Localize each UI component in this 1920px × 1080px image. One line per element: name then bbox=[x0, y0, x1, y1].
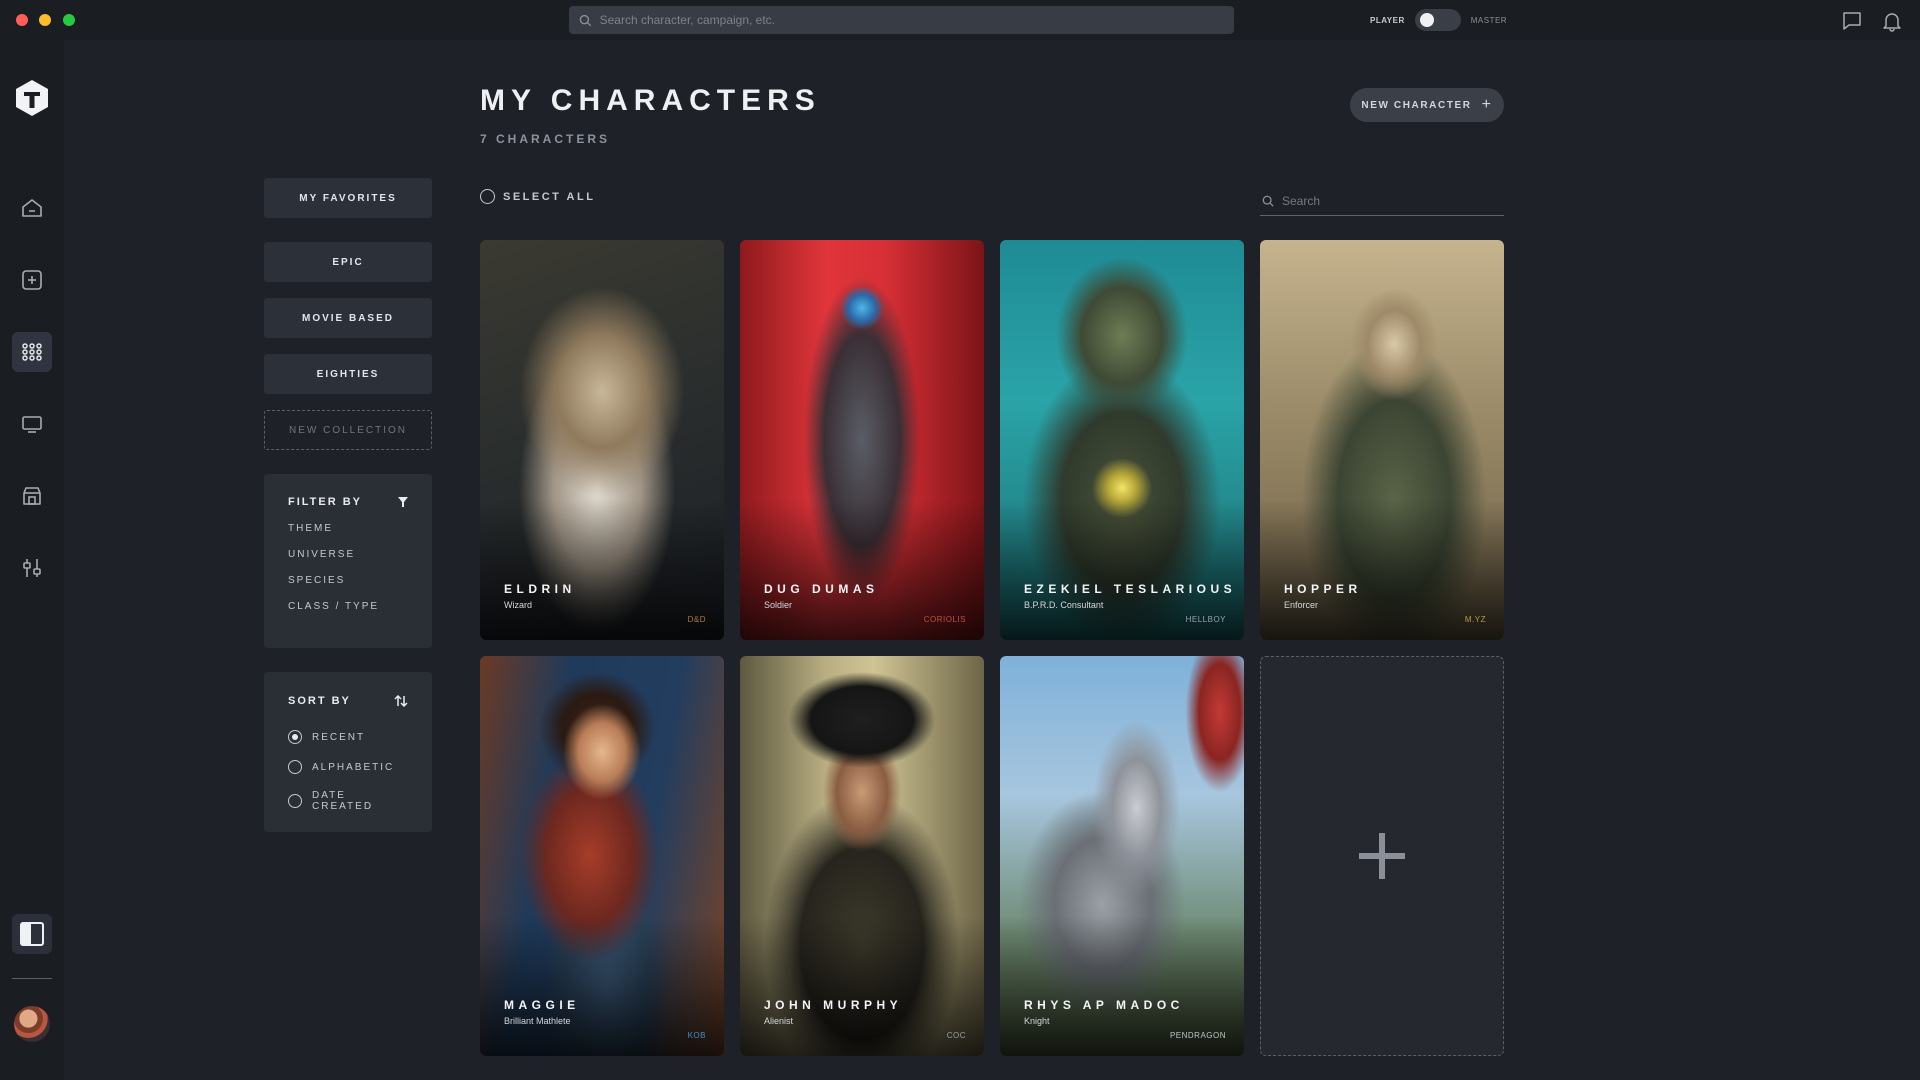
character-role: Knight bbox=[1024, 1016, 1050, 1026]
character-card-hopper[interactable]: HOPPER Enforcer M.YZ bbox=[1260, 240, 1504, 640]
character-search[interactable] bbox=[1260, 186, 1504, 216]
search-icon bbox=[1262, 195, 1274, 207]
store-nav-button[interactable] bbox=[12, 476, 52, 516]
character-role: Brilliant Mathlete bbox=[504, 1016, 571, 1026]
character-role: Enforcer bbox=[1284, 600, 1319, 610]
character-name: ELDRIN bbox=[504, 582, 576, 596]
sort-option-date-created[interactable]: DATE CREATED bbox=[288, 790, 408, 812]
character-card-eldrin[interactable]: ELDRIN Wizard D&D bbox=[480, 240, 724, 640]
character-card-john-murphy[interactable]: JOHN MURPHY Alienist COC bbox=[740, 656, 984, 1056]
sort-option-alphabetic[interactable]: ALPHABETIC bbox=[288, 760, 408, 774]
plus-icon bbox=[1359, 833, 1405, 879]
sort-option-label: ALPHABETIC bbox=[312, 761, 395, 773]
store-icon bbox=[23, 487, 41, 505]
character-role: B.P.R.D. Consultant bbox=[1024, 600, 1104, 610]
filter-universe[interactable]: UNIVERSE bbox=[288, 549, 408, 560]
master-mode-label: MASTER bbox=[1470, 15, 1508, 25]
character-card-dug-dumas[interactable]: DUG DUMAS Soldier CORIOLIS bbox=[740, 240, 984, 640]
rail-divider bbox=[12, 978, 52, 979]
character-card-ezekiel-teslarious[interactable]: EZEKIEL TESLARIOUS B.P.R.D. Consultant H… bbox=[1000, 240, 1244, 640]
new-character-button[interactable]: NEW CHARACTER + bbox=[1350, 88, 1504, 122]
characters-nav-button[interactable] bbox=[12, 332, 52, 372]
add-character-card[interactable] bbox=[1260, 656, 1504, 1056]
sidebar-layout-icon bbox=[20, 922, 44, 946]
collection-epic[interactable]: EPIC bbox=[264, 242, 432, 282]
character-name: EZEKIEL TESLARIOUS bbox=[1024, 582, 1237, 596]
character-name: RHYS AP MADOC bbox=[1024, 998, 1184, 1012]
create-nav-button[interactable] bbox=[12, 260, 52, 300]
character-search-input[interactable] bbox=[1282, 193, 1482, 208]
settings-nav-button[interactable] bbox=[12, 548, 52, 588]
player-mode-label: PLAYER bbox=[1370, 15, 1405, 25]
filter-panel: FILTER BY THEME UNIVERSE SPECIES CLASS /… bbox=[264, 474, 432, 648]
collection-movie-based[interactable]: MOVIE BASED bbox=[264, 298, 432, 338]
character-role: Alienist bbox=[764, 1016, 794, 1026]
character-name: MAGGIE bbox=[504, 998, 580, 1012]
game-system-label: PENDRAGON bbox=[1169, 1031, 1226, 1040]
select-all-label: SELECT ALL bbox=[503, 190, 596, 203]
game-system-label: CORIOLIS bbox=[923, 615, 966, 624]
radio-selected[interactable] bbox=[288, 730, 302, 744]
window-minimize-button[interactable] bbox=[39, 14, 51, 26]
player-master-switch[interactable] bbox=[1414, 9, 1461, 31]
toggle-panel-button[interactable] bbox=[12, 914, 52, 954]
plus-icon: + bbox=[1481, 96, 1493, 113]
character-count: 7 CHARACTERS bbox=[480, 132, 611, 146]
game-system-label: M.YZ bbox=[1464, 615, 1486, 624]
collection-eighties[interactable]: EIGHTIES bbox=[264, 354, 432, 394]
sort-option-label: DATE CREATED bbox=[312, 790, 374, 812]
sort-panel: SORT BY RECENT ALPHABETIC DATE CREATED bbox=[264, 672, 432, 832]
game-system-label: COC bbox=[946, 1031, 966, 1040]
new-collection-button[interactable]: NEW COLLECTION bbox=[264, 410, 432, 450]
bell-icon[interactable] bbox=[1881, 10, 1903, 32]
sort-arrows-icon[interactable] bbox=[394, 694, 408, 708]
radio-unselected[interactable] bbox=[288, 794, 302, 808]
grid-dots-icon bbox=[22, 343, 42, 361]
radio-unselected[interactable] bbox=[288, 760, 302, 774]
game-system-label: D&D bbox=[687, 615, 706, 624]
mode-toggle: PLAYER MASTER bbox=[1370, 9, 1507, 31]
app-logo-icon[interactable] bbox=[15, 79, 49, 117]
top-bar: PLAYER MASTER bbox=[0, 0, 1920, 40]
character-name: DUG DUMAS bbox=[764, 582, 879, 596]
filter-class-type[interactable]: CLASS / TYPE bbox=[288, 601, 408, 612]
monitor-icon bbox=[22, 416, 42, 433]
global-search-bar[interactable] bbox=[569, 6, 1234, 34]
character-role: Soldier bbox=[764, 600, 793, 610]
character-role: Wizard bbox=[504, 600, 533, 610]
search-icon bbox=[579, 14, 592, 26]
home-icon bbox=[22, 199, 42, 217]
filter-species[interactable]: SPECIES bbox=[288, 575, 408, 586]
left-nav-rail bbox=[0, 40, 64, 1080]
sort-option-label: RECENT bbox=[312, 731, 366, 743]
character-card-rhys-ap-madoc[interactable]: RHYS AP MADOC Knight PENDRAGON bbox=[1000, 656, 1244, 1056]
character-card-maggie[interactable]: MAGGIE Brilliant Mathlete KOB bbox=[480, 656, 724, 1056]
filter-funnel-icon[interactable] bbox=[398, 497, 408, 507]
page-title: MY CHARACTERS bbox=[480, 84, 821, 117]
global-search-input[interactable] bbox=[599, 13, 1234, 27]
sort-title: SORT BY bbox=[288, 695, 351, 707]
window-close-button[interactable] bbox=[16, 14, 28, 26]
character-name: HOPPER bbox=[1284, 582, 1362, 596]
select-all-toggle[interactable]: SELECT ALL bbox=[480, 189, 595, 204]
add-square-icon bbox=[22, 270, 42, 290]
collection-my-favorites[interactable]: MY FAVORITES bbox=[264, 178, 432, 218]
select-all-radio[interactable] bbox=[480, 189, 495, 204]
character-name: JOHN MURPHY bbox=[764, 998, 903, 1012]
user-avatar[interactable] bbox=[14, 1006, 50, 1042]
home-nav-button[interactable] bbox=[12, 188, 52, 228]
screen-nav-button[interactable] bbox=[12, 404, 52, 444]
game-system-label: HELLBOY bbox=[1185, 615, 1226, 624]
window-zoom-button[interactable] bbox=[63, 14, 75, 26]
sliders-icon bbox=[23, 559, 41, 577]
game-system-label: KOB bbox=[687, 1031, 706, 1040]
filter-title: FILTER BY bbox=[288, 496, 363, 508]
new-character-label: NEW CHARACTER bbox=[1361, 99, 1472, 111]
filter-theme[interactable]: THEME bbox=[288, 523, 408, 534]
sort-option-recent[interactable]: RECENT bbox=[288, 730, 408, 744]
chat-icon[interactable] bbox=[1841, 10, 1863, 32]
